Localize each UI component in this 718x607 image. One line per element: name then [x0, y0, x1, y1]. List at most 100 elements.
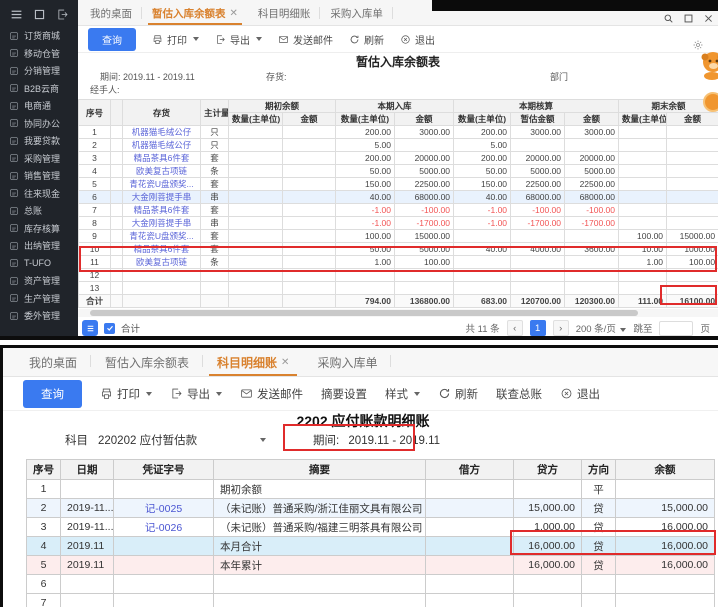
total-checkbox[interactable]: [104, 323, 115, 334]
panel-divider: [0, 336, 718, 348]
floating-help-button[interactable]: [703, 92, 718, 112]
close-tab-icon[interactable]: ✕: [281, 357, 289, 368]
sidebar-item-15[interactable]: 资产管理: [0, 272, 78, 290]
tab-暂估入库余额表[interactable]: 暂估入库余额表: [91, 349, 203, 376]
module-icon: [9, 206, 19, 216]
query-button[interactable]: 查询: [88, 28, 136, 51]
sidebar-item-7[interactable]: 我要贷款: [0, 132, 78, 150]
sidebar-item-11[interactable]: 总账: [0, 202, 78, 220]
tab-科目明细账[interactable]: 科目明细账: [248, 1, 321, 25]
report-row-1[interactable]: 1机器猫毛绒公仔只200.003000.00200.003000.003000.…: [79, 126, 718, 139]
printer-icon: [100, 387, 113, 400]
subject-select[interactable]: 科目 220202 应付暂估款: [65, 432, 266, 448]
close-tab-icon[interactable]: ✕: [230, 8, 238, 19]
module-icon: [9, 293, 19, 303]
ledger-toolbar: 查询 打印 导出 发送邮件 摘要设置 样式 刷新 联查总账 退出: [3, 377, 718, 411]
composite-screenshot: 订货商城移动仓管分销管理B2B云商电商通协同办公我要贷款采购管理销售管理往来现金…: [0, 0, 718, 607]
report-row-10[interactable]: 10精品茶具6件套套50.005000.0040.004000.003600.0…: [79, 243, 718, 256]
query-button[interactable]: 查询: [23, 380, 82, 408]
report-row-8[interactable]: 8大金刚菩提手串串-1.00-1700.00-1.00-1700.00-1700…: [79, 217, 718, 230]
new-window-icon[interactable]: [56, 8, 69, 21]
hamburger-menu-icon[interactable]: [10, 8, 23, 21]
module-icon: [9, 276, 19, 286]
ledger-row-7[interactable]: 7: [27, 594, 715, 607]
column-settings-button[interactable]: [82, 320, 98, 336]
report-row-11[interactable]: 11欧美复古项链条1.00100.001.00100.00: [79, 256, 718, 269]
tab-采购入库单[interactable]: 采购入库单: [303, 349, 391, 376]
current-page-button[interactable]: 1: [530, 320, 546, 336]
ledger-title: 2202 应付账款明细账: [133, 411, 593, 429]
toolbar-button-退出[interactable]: 退出: [400, 32, 435, 47]
module-icon: [9, 153, 19, 163]
sidebar-item-8[interactable]: 采购管理: [0, 150, 78, 168]
report-area: 暂估入库余额表 期间: 2019.11 - 2019.11 存货: 部门 经手人…: [78, 53, 718, 336]
sidebar-item-12[interactable]: 库存核算: [0, 220, 78, 238]
jump-page-input[interactable]: [659, 321, 693, 336]
report-row-12[interactable]: 12: [79, 269, 718, 282]
page-size-select[interactable]: 200 条/页: [576, 321, 627, 335]
refresh-icon: [438, 387, 451, 400]
ledger-row-5[interactable]: 52019.11本年累计16,000.00贷16,000.00: [27, 556, 715, 575]
sidebar-item-5[interactable]: 电商通: [0, 97, 78, 115]
sidebar-item-6[interactable]: 协同办公: [0, 115, 78, 133]
report-row-7[interactable]: 7精品茶具6件套套-1.00-100.00-1.00-100.00-100.00: [79, 204, 718, 217]
report-row-2[interactable]: 2机器猫毛绒公仔只5.005.00: [79, 139, 718, 152]
report-row-6[interactable]: 6大金刚菩提手串串40.0068000.0040.0068000.0068000…: [79, 191, 718, 204]
toolbar-button-打印[interactable]: 打印: [152, 32, 199, 47]
toolbar-button-导出[interactable]: 导出: [170, 386, 222, 402]
subcol-数量(主单位): 数量(主单位): [619, 113, 667, 126]
toolbar-button-刷新[interactable]: 刷新: [349, 32, 384, 47]
search-icon[interactable]: [663, 13, 674, 24]
report-row-5[interactable]: 5青花瓷U盘颁奖...套150.0022500.00150.0022500.00…: [79, 178, 718, 191]
toolbar-button-发送邮件[interactable]: 发送邮件: [240, 386, 303, 402]
subcol-数量(主单位): 数量(主单位): [454, 113, 511, 126]
sidebar-item-3[interactable]: 分销管理: [0, 62, 78, 80]
ledger-row-3[interactable]: 32019-11...记-0026（未记账）普通采购/福建三明茶具有限公司1,0…: [27, 518, 715, 537]
report-row-9[interactable]: 9青花瓷U盘颁奖...套100.0015000.00100.0015000.00: [79, 230, 718, 243]
sidebar-item-2[interactable]: 移动仓管: [0, 45, 78, 63]
sidebar-item-16[interactable]: 生产管理: [0, 290, 78, 308]
toolbar-button-摘要设置[interactable]: 摘要设置: [321, 386, 367, 402]
sidebar-item-17[interactable]: 委外管理: [0, 307, 78, 325]
close-icon[interactable]: [703, 13, 714, 24]
toolbar-button-退出[interactable]: 退出: [560, 386, 600, 402]
toolbar-button-样式[interactable]: 样式: [385, 386, 420, 402]
subject-label: 科目: [65, 432, 88, 448]
tab-采购入库单[interactable]: 采购入库单: [320, 1, 393, 25]
sidebar-item-9[interactable]: 销售管理: [0, 167, 78, 185]
ledger-row-4[interactable]: 42019.11本月合计16,000.00贷16,000.00: [27, 537, 715, 556]
tab-科目明细账[interactable]: 科目明细账✕: [203, 349, 303, 376]
toolbar-button-导出[interactable]: 导出: [215, 32, 262, 47]
report-row-4[interactable]: 4欧美复古项链条50.005000.0050.005000.005000.00: [79, 165, 718, 178]
assistant-mascot[interactable]: [698, 50, 718, 85]
scrollbar-thumb[interactable]: [90, 310, 638, 316]
ledger-row-1[interactable]: 1期初余额平: [27, 480, 715, 499]
col-seq: 序号: [79, 100, 111, 126]
report-row-3[interactable]: 3精品茶具6件套套200.0020000.00200.0020000.00200…: [79, 152, 718, 165]
tab-我的桌面[interactable]: 我的桌面: [80, 1, 142, 25]
workspace-icon[interactable]: [33, 8, 46, 21]
ledger-row-6[interactable]: 6: [27, 575, 715, 594]
toolbar-button-发送邮件[interactable]: 发送邮件: [278, 32, 333, 47]
col-select: [111, 100, 123, 126]
sidebar-item-14[interactable]: T-UFO: [0, 255, 78, 273]
toolbar-button-打印[interactable]: 打印: [100, 386, 152, 402]
top-tab-bar: 我的桌面暂估入库余额表✕科目明细账采购入库单: [78, 0, 718, 26]
toolbar-button-刷新[interactable]: 刷新: [438, 386, 478, 402]
record-count: 共 11 条: [466, 321, 500, 335]
sidebar-item-1[interactable]: 订货商城: [0, 27, 78, 45]
next-page-button[interactable]: ›: [553, 320, 569, 336]
prev-page-button[interactable]: ‹: [507, 320, 523, 336]
tab-我的桌面[interactable]: 我的桌面: [15, 349, 91, 376]
subcol-金额: 金额: [667, 113, 718, 126]
tab-暂估入库余额表[interactable]: 暂估入库余额表✕: [142, 1, 248, 25]
report-row-13[interactable]: 13: [79, 282, 718, 295]
sidebar-item-13[interactable]: 出纳管理: [0, 237, 78, 255]
subcol-金额: 金额: [283, 113, 336, 126]
maximize-icon[interactable]: [683, 13, 694, 24]
toolbar-button-联查总账[interactable]: 联查总账: [496, 386, 542, 402]
sidebar-item-4[interactable]: B2B云商: [0, 80, 78, 98]
ledger-row-2[interactable]: 22019-11...记-0025（未记账）普通采购/浙江佳丽文具有限公司15,…: [27, 499, 715, 518]
sidebar-item-10[interactable]: 往来现金: [0, 185, 78, 203]
inventory-field: 存货:: [266, 70, 287, 83]
